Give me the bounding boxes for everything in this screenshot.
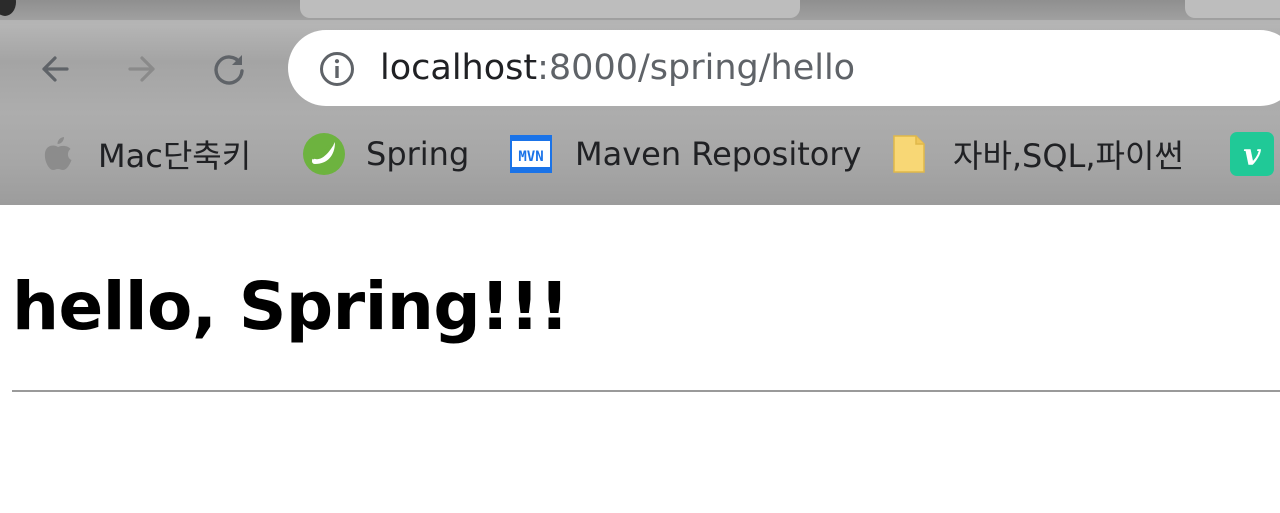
info-icon[interactable] bbox=[318, 50, 356, 88]
bookmarks-bar: Mac단축키 Spring MVN Maven Repository 자바,SQ… bbox=[0, 115, 1280, 195]
apple-icon bbox=[36, 132, 80, 176]
url-host: localhost bbox=[380, 48, 538, 88]
spring-leaf-icon bbox=[302, 132, 346, 176]
reload-icon bbox=[214, 55, 244, 85]
forward-button[interactable] bbox=[120, 47, 164, 91]
v-app-icon: v bbox=[1230, 132, 1274, 176]
bookmark-label: Mac단축키 bbox=[98, 137, 252, 175]
bookmark-label: 자바,SQL,파이썬 bbox=[953, 137, 1184, 175]
mvn-icon: MVN bbox=[509, 132, 553, 176]
tab-edge bbox=[0, 0, 16, 16]
svg-text:MVN: MVN bbox=[518, 149, 543, 165]
back-button[interactable] bbox=[33, 47, 77, 91]
bookmark-spring[interactable]: Spring bbox=[302, 129, 469, 179]
bookmark-label: Spring bbox=[366, 135, 470, 173]
browser-chrome: localhost:8000/spring/hello Mac단축키 Sprin… bbox=[0, 0, 1280, 205]
url-path: :8000/spring/hello bbox=[537, 48, 856, 88]
folder-icon bbox=[887, 132, 931, 176]
bookmark-label: Maven Repository bbox=[575, 135, 862, 173]
address-bar[interactable]: localhost:8000/spring/hello bbox=[288, 30, 1280, 106]
browser-tab[interactable] bbox=[300, 0, 800, 18]
bookmark-maven-repository[interactable]: MVN Maven Repository bbox=[509, 129, 861, 179]
bookmark-folder-java-sql-python[interactable]: 자바,SQL,파이썬 bbox=[887, 129, 1184, 179]
horizontal-rule bbox=[12, 390, 1280, 392]
reload-button[interactable] bbox=[207, 47, 251, 91]
svg-text:v: v bbox=[1243, 138, 1261, 173]
bookmark-mac-shortcuts[interactable]: Mac단축키 bbox=[36, 129, 251, 179]
url-text[interactable]: localhost:8000/spring/hello bbox=[380, 44, 855, 92]
back-arrow-icon bbox=[42, 56, 69, 82]
bookmark-v-app[interactable]: v bbox=[1230, 129, 1274, 179]
page-title: hello, Spring!!! bbox=[12, 268, 569, 345]
page-content: hello, Spring!!! bbox=[0, 205, 1280, 513]
forward-arrow-icon bbox=[128, 56, 155, 82]
browser-tab[interactable] bbox=[1185, 0, 1280, 18]
tab-strip bbox=[0, 0, 1280, 20]
toolbar: localhost:8000/spring/hello bbox=[0, 20, 1280, 115]
